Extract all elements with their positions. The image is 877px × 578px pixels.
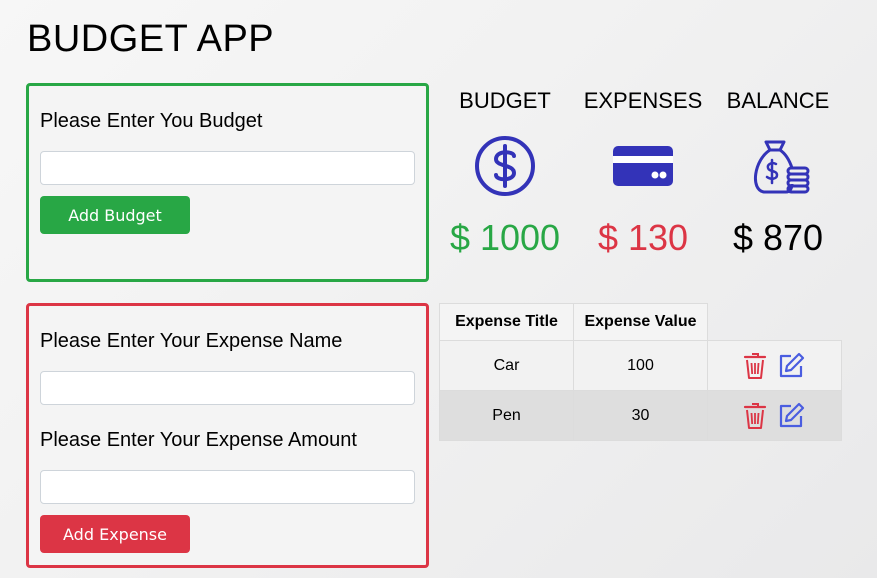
expense-table: Expense Title Expense Value Car 100 Pen … bbox=[439, 303, 842, 441]
expense-amount-label: Please Enter Your Expense Amount bbox=[40, 429, 357, 451]
budget-input[interactable] bbox=[40, 151, 415, 185]
expense-value-cell: 100 bbox=[573, 340, 708, 391]
header-actions bbox=[707, 303, 841, 341]
budget-stat-label: BUDGET bbox=[459, 88, 551, 113]
trash-icon[interactable] bbox=[743, 352, 767, 380]
expense-name-input[interactable] bbox=[40, 371, 415, 405]
balance-stat-label: BALANCE bbox=[726, 88, 830, 113]
expenses-stat: EXPENSES $ 130 bbox=[573, 88, 713, 258]
expenses-amount: $ 130 bbox=[597, 217, 689, 258]
budget-label: Please Enter You Budget bbox=[40, 110, 263, 132]
table-row: Car 100 bbox=[439, 340, 842, 391]
actions-cell bbox=[707, 340, 842, 391]
header-expense-title: Expense Title bbox=[439, 303, 574, 341]
expense-title-cell: Pen bbox=[439, 390, 574, 441]
balance-amount: $ 870 bbox=[732, 217, 824, 258]
expense-amount-input[interactable] bbox=[40, 470, 415, 504]
expenses-stat-label: EXPENSES bbox=[583, 88, 703, 113]
credit-card-icon bbox=[613, 146, 673, 186]
budget-amount: $ 1000 bbox=[449, 217, 561, 258]
table-header-row: Expense Title Expense Value bbox=[439, 303, 841, 341]
edit-icon[interactable] bbox=[777, 352, 805, 380]
header-expense-value: Expense Value bbox=[573, 303, 708, 341]
page-title: BUDGET APP bbox=[27, 18, 275, 60]
table-row: Pen 30 bbox=[439, 390, 842, 441]
add-budget-button[interactable]: Add Budget bbox=[40, 196, 190, 234]
expense-name-label: Please Enter Your Expense Name bbox=[40, 330, 343, 352]
actions-cell bbox=[707, 390, 842, 441]
money-bag-icon bbox=[754, 140, 810, 194]
balance-stat: BALANCE $ 870 bbox=[708, 88, 848, 258]
budget-form: Please Enter You Budget Add Budget bbox=[26, 83, 429, 282]
expense-title-cell: Car bbox=[439, 340, 574, 391]
trash-icon[interactable] bbox=[743, 402, 767, 430]
edit-icon[interactable] bbox=[777, 402, 805, 430]
dollar-circle-icon bbox=[475, 136, 535, 196]
expense-form: Please Enter Your Expense Name Please En… bbox=[26, 303, 429, 568]
budget-stat: BUDGET $ 1000 bbox=[435, 88, 575, 258]
add-expense-button[interactable]: Add Expense bbox=[40, 515, 190, 553]
expense-value-cell: 30 bbox=[573, 390, 708, 441]
